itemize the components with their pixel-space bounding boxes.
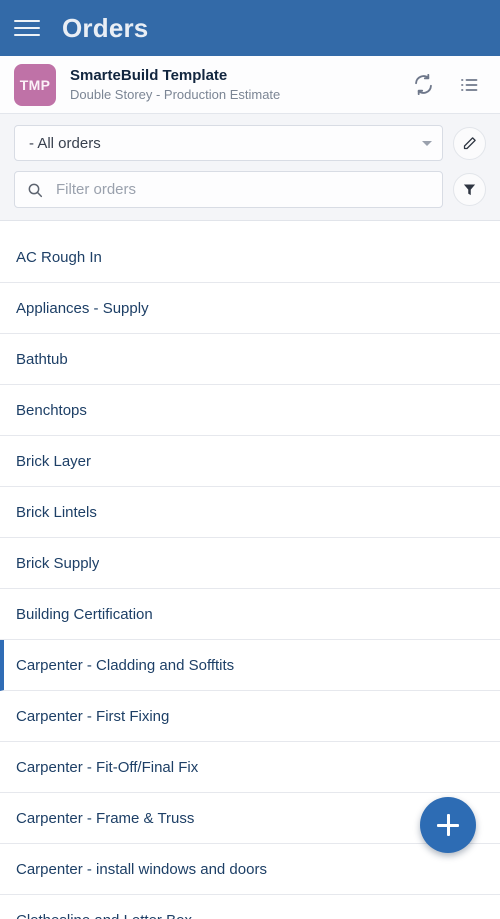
hamburger-menu-icon[interactable] xyxy=(14,15,40,41)
search-row xyxy=(14,171,486,208)
order-filter-row: - All orders xyxy=(14,125,486,161)
search-box[interactable] xyxy=(14,171,443,208)
list-item-label: Brick Layer xyxy=(16,452,92,470)
orders-screen: Orders TMP SmarteBuild Template Double S… xyxy=(0,0,500,919)
search-input[interactable] xyxy=(54,180,430,199)
list-item-label: Bathtub xyxy=(16,350,68,368)
add-order-button[interactable] xyxy=(420,797,476,853)
list-item[interactable]: AC Rough In xyxy=(0,232,500,283)
list-item[interactable]: Carpenter - install windows and doors xyxy=(0,844,500,895)
refresh-icon xyxy=(413,74,434,95)
hamburger-line xyxy=(14,20,40,22)
list-item-label: Carpenter - install windows and doors xyxy=(16,860,267,878)
page-title: Orders xyxy=(62,13,149,43)
list-view-icon xyxy=(459,75,479,95)
refresh-button[interactable] xyxy=(410,72,436,98)
list-item-label: Brick Lintels xyxy=(16,503,97,521)
list-item-label: Clothesline and Letter Box xyxy=(16,912,192,919)
chevron-down-icon xyxy=(422,140,432,146)
project-header: TMP SmarteBuild Template Double Storey -… xyxy=(0,56,500,114)
list-item-label: Brick Supply xyxy=(16,554,100,572)
list-item[interactable]: Brick Layer xyxy=(0,436,500,487)
project-name: SmarteBuild Template xyxy=(70,67,228,84)
hamburger-line xyxy=(14,27,40,29)
list-item[interactable]: Benchtops xyxy=(0,385,500,436)
project-description: Double Storey - Production Estimate xyxy=(70,87,281,102)
filter-toolbar: - All orders xyxy=(0,114,500,221)
list-item[interactable]: Clothesline and Letter Box xyxy=(0,895,500,919)
order-filter-select[interactable]: - All orders xyxy=(14,125,443,161)
funnel-icon xyxy=(462,182,477,197)
order-filter-value: - All orders xyxy=(29,134,101,152)
list-item[interactable]: Building Certification xyxy=(0,589,500,640)
list-item-label: Building Certification xyxy=(16,605,153,623)
filter-button[interactable] xyxy=(453,173,486,206)
search-icon xyxy=(27,182,43,198)
list-item[interactable]: Brick Lintels xyxy=(0,487,500,538)
list-item[interactable]: Carpenter - Fit-Off/Final Fix xyxy=(0,742,500,793)
edit-filter-button[interactable] xyxy=(453,126,486,160)
list-item-label: Benchtops xyxy=(16,401,87,419)
list-item-label: Carpenter - Fit-Off/Final Fix xyxy=(16,758,199,776)
list-item[interactable]: Appliances - Supply xyxy=(0,283,500,334)
list-item-label: AC Rough In xyxy=(16,248,102,266)
list-item[interactable]: Bathtub xyxy=(0,334,500,385)
plus-icon xyxy=(446,814,450,836)
pencil-icon xyxy=(462,136,477,151)
avatar: TMP xyxy=(14,63,56,106)
project-info: SmarteBuild Template Double Storey - Pro… xyxy=(70,67,410,102)
list-item[interactable]: Brick Supply xyxy=(0,538,500,589)
list-item-label: Carpenter - Cladding and Sofftits xyxy=(16,656,235,674)
hamburger-line xyxy=(14,34,40,36)
list-item-label: Appliances - Supply xyxy=(16,299,149,317)
list-item-label: Carpenter - First Fixing xyxy=(16,707,170,725)
list-item[interactable]: Carpenter - Cladding and Sofftits xyxy=(0,640,500,691)
list-view-button[interactable] xyxy=(456,72,482,98)
project-actions xyxy=(410,72,482,98)
list-item-label: Carpenter - Frame & Truss xyxy=(16,809,195,827)
list-item[interactable]: Carpenter - First Fixing xyxy=(0,691,500,742)
app-bar: Orders xyxy=(0,0,500,56)
